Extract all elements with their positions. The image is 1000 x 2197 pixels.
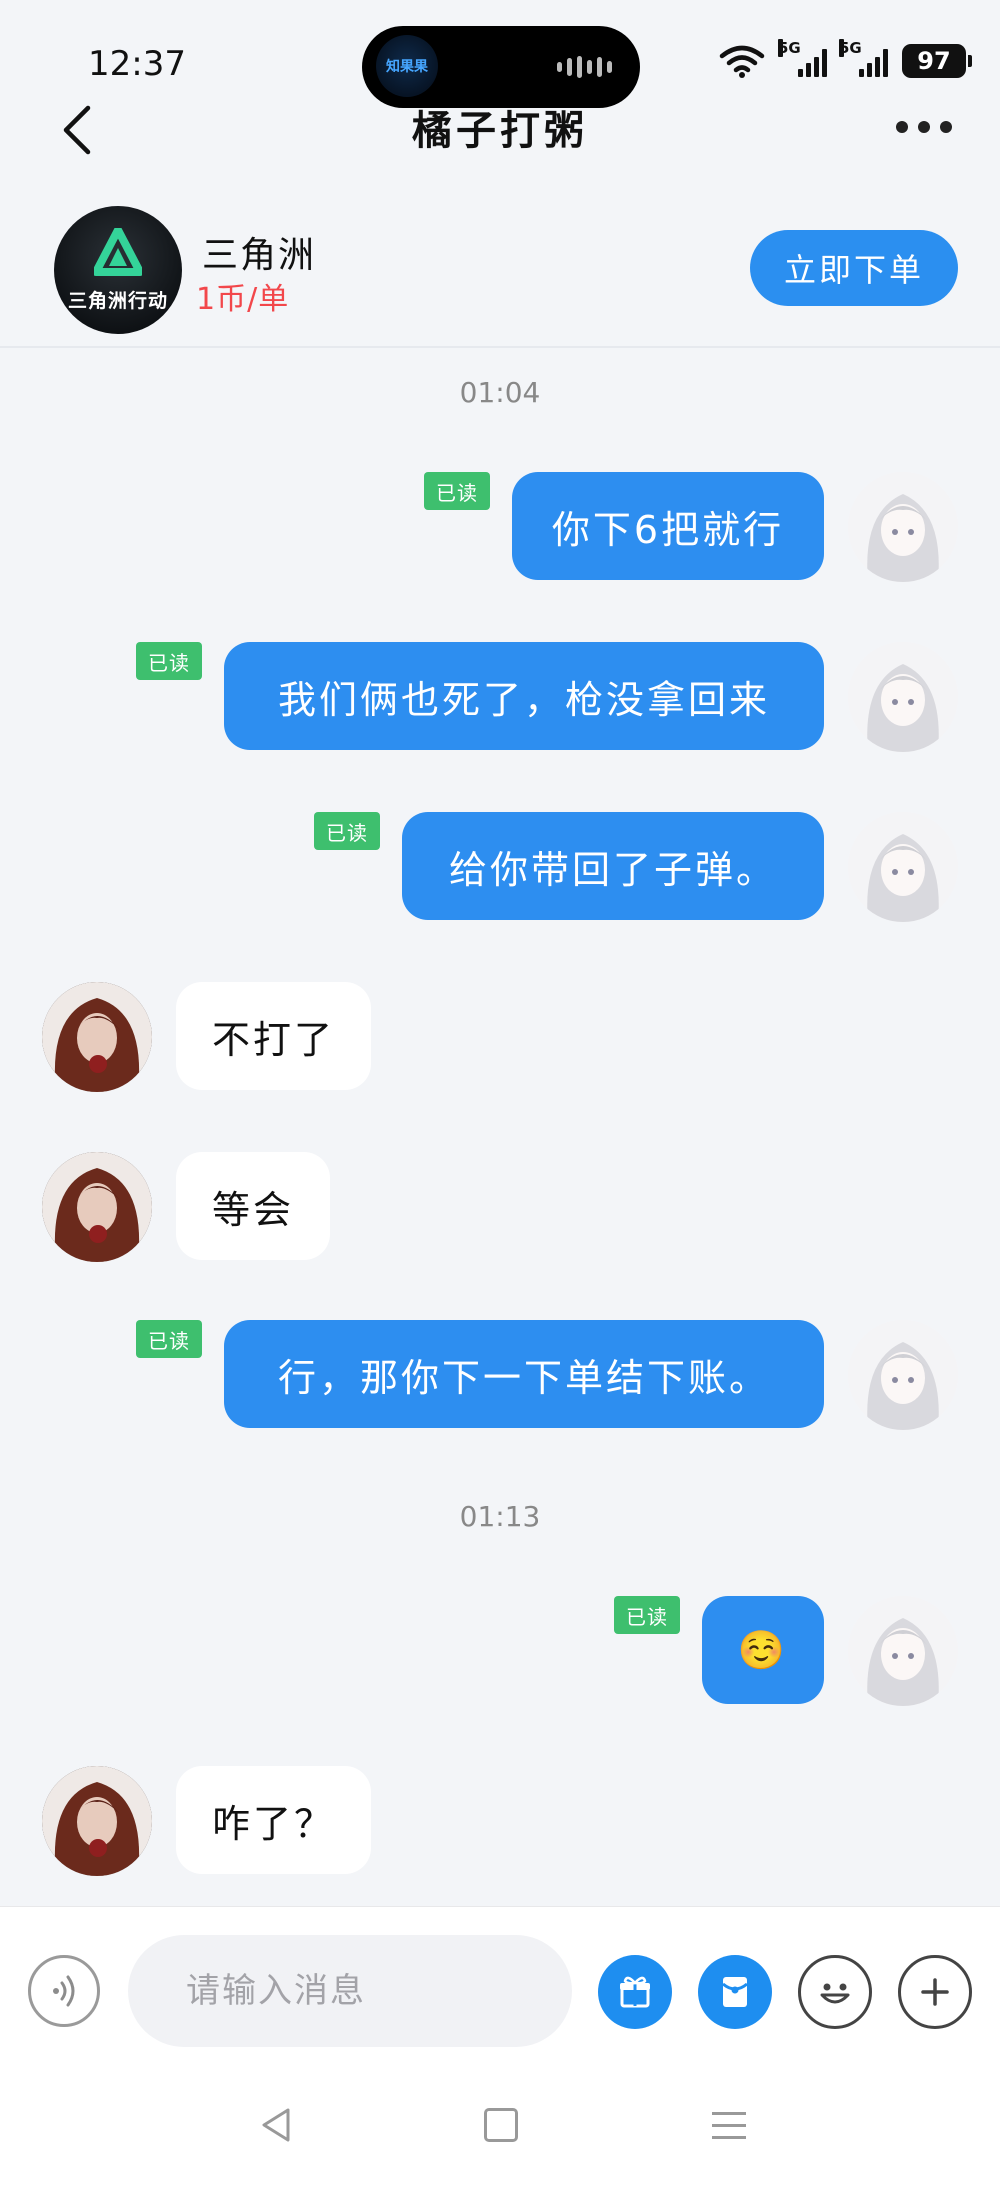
service-price: 1币/单: [196, 282, 290, 317]
chat-area[interactable]: 01:04 已读 你下6把就行 已读 我们俩也死了，枪没拿回来 已读 给你带回了…: [0, 350, 1000, 1906]
user-avatar-image: [848, 812, 958, 922]
read-badge: 已读: [136, 1320, 202, 1358]
user-avatar-image: [848, 1320, 958, 1430]
avatar[interactable]: [848, 642, 958, 752]
system-nav-bar: [0, 2056, 1000, 2197]
message-bubble-sent[interactable]: ☺️: [702, 1596, 824, 1704]
time-divider: 01:13: [459, 1500, 541, 1533]
plus-icon[interactable]: [898, 1955, 972, 2029]
message-bubble-sent[interactable]: 我们俩也死了，枪没拿回来: [224, 642, 824, 750]
read-badge: 已读: [614, 1596, 680, 1634]
user-avatar-image: [848, 472, 958, 582]
contact-avatar-image: [42, 1152, 152, 1262]
avatar[interactable]: [848, 1320, 958, 1430]
battery-indicator: 97: [902, 44, 972, 78]
avatar[interactable]: [42, 1152, 152, 1262]
service-name: 三角洲: [202, 235, 317, 276]
input-bar: [0, 1906, 1000, 2056]
user-avatar-image: [848, 1596, 958, 1706]
read-badge: 已读: [136, 642, 202, 680]
read-badge: 已读: [424, 472, 490, 510]
wifi-icon: [719, 45, 765, 78]
nav-menu-icon[interactable]: [712, 2112, 746, 2148]
status-icons: 5G 5G 97: [718, 39, 972, 78]
contact-avatar-image: [42, 1766, 152, 1876]
user-avatar-image: [848, 642, 958, 752]
order-now-button[interactable]: 立即下单: [750, 230, 958, 306]
nav-back-icon[interactable]: [258, 2106, 294, 2144]
message-bubble-sent[interactable]: 你下6把就行: [512, 472, 824, 580]
avatar[interactable]: [42, 1766, 152, 1876]
avatar[interactable]: [848, 812, 958, 922]
delta-logo-icon: [94, 228, 142, 276]
avatar[interactable]: [848, 1596, 958, 1706]
avatar[interactable]: [42, 982, 152, 1092]
message-bubble-received[interactable]: 等会: [176, 1152, 331, 1260]
service-avatar: 三角洲行动: [54, 206, 182, 334]
read-badge: 已读: [314, 812, 380, 850]
status-bar: 12:37 知果果 5G 5G 97: [0, 0, 1000, 110]
signal-icon: 5G: [839, 39, 888, 77]
signal-icon: 5G: [778, 39, 827, 77]
avatar[interactable]: [848, 472, 958, 582]
message-bubble-received[interactable]: 咋了？: [176, 1766, 372, 1874]
message-bubble-sent[interactable]: 给你带回了子弹。: [402, 812, 824, 920]
page-title: 橘子打粥: [412, 108, 588, 154]
audio-wave-icon: [557, 56, 612, 78]
more-horizontal-icon[interactable]: [896, 112, 956, 142]
island-app-logo: 知果果: [376, 35, 438, 97]
emoji-icon[interactable]: [798, 1955, 872, 2029]
voice-icon[interactable]: [28, 1955, 100, 2027]
logo-text: 三角洲行动: [67, 290, 168, 312]
dynamic-island: 知果果: [362, 26, 640, 108]
message-input[interactable]: [128, 1935, 572, 2047]
gift-icon[interactable]: [598, 1955, 672, 2029]
message-bubble-sent[interactable]: 行，那你下一下单结下账。: [224, 1320, 824, 1428]
message-bubble-received[interactable]: 不打了: [176, 982, 372, 1090]
red-packet-icon[interactable]: [698, 1955, 772, 2029]
status-time: 12:37: [88, 44, 186, 84]
nav-home-icon[interactable]: [484, 2108, 518, 2142]
service-card[interactable]: 三角洲行动 三角洲 1币/单 立即下单: [0, 180, 1000, 348]
time-divider: 01:04: [459, 376, 541, 409]
contact-avatar-image: [42, 982, 152, 1092]
